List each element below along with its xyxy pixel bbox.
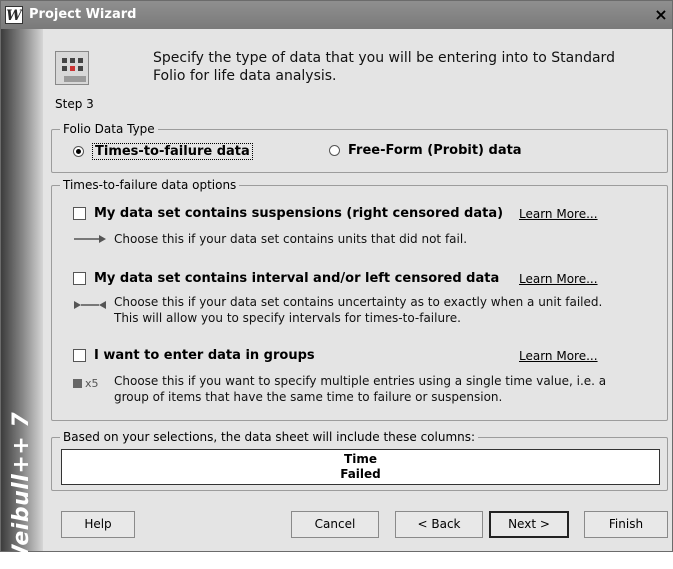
group-legend: Times-to-failure data options	[60, 178, 240, 192]
spreadsheet-icon	[55, 51, 89, 85]
checkbox-interval-censored[interactable]: My data set contains interval and/or lef…	[73, 271, 499, 286]
checkbox-suspensions[interactable]: My data set contains suspensions (right …	[73, 206, 503, 221]
radio-label: Times-to-failure data	[92, 143, 253, 160]
window-title: Project Wizard	[29, 7, 137, 22]
interval-icon	[74, 301, 106, 309]
learn-more-link-groups[interactable]: Learn More...	[519, 349, 598, 363]
radio-button-selected[interactable]	[73, 146, 84, 157]
checkbox[interactable]	[73, 272, 86, 285]
back-button[interactable]: < Back	[395, 511, 483, 538]
arrow-right-icon	[74, 235, 106, 243]
checkbox-label: My data set contains suspensions (right …	[94, 206, 504, 221]
column-name: Time	[344, 452, 377, 466]
help-button[interactable]: Help	[61, 511, 135, 538]
learn-more-link-suspensions[interactable]: Learn More...	[519, 207, 598, 221]
radio-free-form-probit[interactable]: Free-Form (Probit) data	[329, 143, 522, 158]
header-description: Specify the type of data that you will b…	[153, 50, 615, 84]
group-legend: Folio Data Type	[60, 122, 158, 136]
cancel-button[interactable]: Cancel	[291, 511, 379, 538]
checkbox-groups[interactable]: I want to enter data in groups	[73, 348, 315, 363]
option-description: Choose this if you want to specify multi…	[114, 374, 607, 404]
radio-times-to-failure[interactable]: Times-to-failure data	[73, 143, 253, 160]
radio-button[interactable]	[329, 145, 340, 156]
learn-more-link-interval[interactable]: Learn More...	[519, 272, 598, 286]
group-legend: Based on your selections, the data sheet…	[60, 430, 479, 444]
option-description: Choose this if your data set contains un…	[114, 232, 468, 246]
finish-button[interactable]: Finish	[584, 511, 668, 538]
column-name: Failed	[340, 467, 381, 481]
columns-list: Time Failed	[61, 449, 660, 485]
step-label: Step 3	[55, 97, 94, 111]
project-wizard-window: W Project Wizard × Weibull++ 7 Step 3 Sp…	[0, 0, 673, 569]
grouped-icon: x5	[73, 377, 99, 390]
radio-label: Free-Form (Probit) data	[348, 143, 522, 158]
option-description: Choose this if your data set contains un…	[114, 295, 603, 325]
app-icon: W	[5, 6, 23, 24]
grouped-icon-text: x5	[85, 377, 99, 390]
brand-strip: Weibull++ 7	[1, 29, 43, 569]
next-button[interactable]: Next >	[489, 511, 569, 538]
checkbox-label: My data set contains interval and/or lef…	[94, 271, 500, 286]
brand-label: Weibull++ 7	[9, 411, 34, 569]
close-icon[interactable]: ×	[652, 6, 670, 24]
checkbox[interactable]	[73, 207, 86, 220]
checkbox[interactable]	[73, 349, 86, 362]
title-bar[interactable]: W Project Wizard ×	[1, 1, 672, 29]
checkbox-label: I want to enter data in groups	[94, 348, 315, 363]
